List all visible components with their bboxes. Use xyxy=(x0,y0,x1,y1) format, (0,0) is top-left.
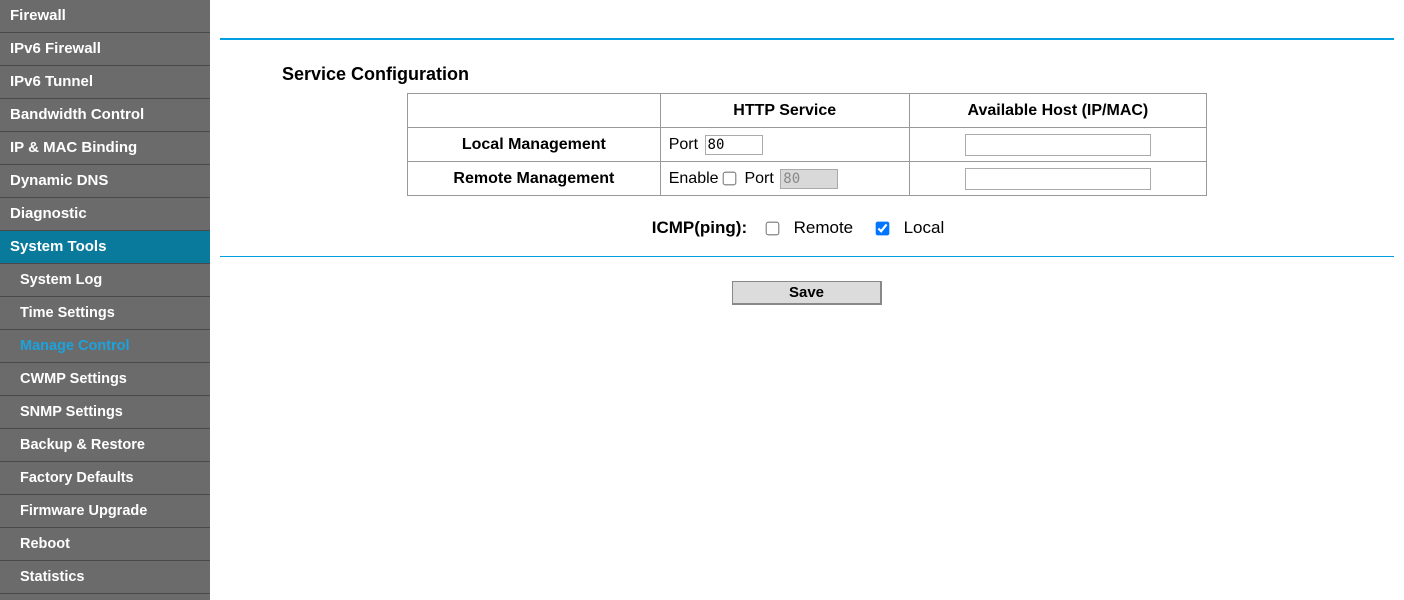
accent-divider-top xyxy=(220,38,1394,40)
accent-divider-bottom xyxy=(220,256,1394,257)
icmp-row: ICMP(ping): Remote Local xyxy=(220,218,1394,238)
table-row-remote: Remote Management Enable Port xyxy=(408,162,1207,196)
local-port-label: Port xyxy=(669,136,698,153)
sidebar-item-diagnostic[interactable]: Diagnostic xyxy=(0,198,210,231)
icmp-title: ICMP(ping): xyxy=(652,218,747,237)
remote-enable-checkbox[interactable] xyxy=(723,171,737,185)
icmp-local-checkbox[interactable] xyxy=(876,222,890,236)
remote-port-label: Port xyxy=(744,170,773,187)
sidebar-subitem-firmware-upgrade[interactable]: Firmware Upgrade xyxy=(0,495,210,528)
section-title: Service Configuration xyxy=(282,64,1394,85)
remote-port-input[interactable] xyxy=(780,169,838,189)
sidebar-item-bandwidth-control[interactable]: Bandwidth Control xyxy=(0,99,210,132)
table-header-blank xyxy=(408,94,661,128)
service-config-table: HTTP Service Available Host (IP/MAC) Loc… xyxy=(407,93,1207,196)
row-label-local: Local Management xyxy=(408,128,661,162)
remote-host-input[interactable] xyxy=(965,168,1151,190)
sidebar-subitem-factory-defaults[interactable]: Factory Defaults xyxy=(0,462,210,495)
table-header-host: Available Host (IP/MAC) xyxy=(909,94,1206,128)
local-host-input[interactable] xyxy=(965,134,1151,156)
sidebar: FirewallIPv6 FirewallIPv6 TunnelBandwidt… xyxy=(0,0,210,600)
icmp-local-label: Local xyxy=(904,218,945,237)
sidebar-subitem-cwmp-settings[interactable]: CWMP Settings xyxy=(0,363,210,396)
table-header-http: HTTP Service xyxy=(660,94,909,128)
icmp-remote-label: Remote xyxy=(794,218,854,237)
sidebar-subitem-backup-restore[interactable]: Backup & Restore xyxy=(0,429,210,462)
content-pane: Service Configuration HTTP Service Avail… xyxy=(210,0,1404,600)
sidebar-item-system-tools[interactable]: System Tools xyxy=(0,231,210,264)
save-button[interactable]: Save xyxy=(732,281,882,305)
sidebar-subitem-snmp-settings[interactable]: SNMP Settings xyxy=(0,396,210,429)
local-port-input[interactable] xyxy=(705,135,763,155)
sidebar-subitem-reboot[interactable]: Reboot xyxy=(0,528,210,561)
sidebar-item-ipv6-firewall[interactable]: IPv6 Firewall xyxy=(0,33,210,66)
sidebar-item-ip-mac-binding[interactable]: IP & MAC Binding xyxy=(0,132,210,165)
table-row-local: Local Management Port xyxy=(408,128,1207,162)
sidebar-subitem-system-log[interactable]: System Log xyxy=(0,264,210,297)
remote-enable-label: Enable xyxy=(669,170,719,187)
row-label-remote: Remote Management xyxy=(408,162,661,196)
sidebar-item-ipv6-tunnel[interactable]: IPv6 Tunnel xyxy=(0,66,210,99)
sidebar-subitem-manage-control[interactable]: Manage Control xyxy=(0,330,210,363)
sidebar-subitem-time-settings[interactable]: Time Settings xyxy=(0,297,210,330)
sidebar-subitem-statistics[interactable]: Statistics xyxy=(0,561,210,594)
sidebar-item-dynamic-dns[interactable]: Dynamic DNS xyxy=(0,165,210,198)
icmp-remote-checkbox[interactable] xyxy=(766,222,780,236)
sidebar-item-firewall[interactable]: Firewall xyxy=(0,0,210,33)
